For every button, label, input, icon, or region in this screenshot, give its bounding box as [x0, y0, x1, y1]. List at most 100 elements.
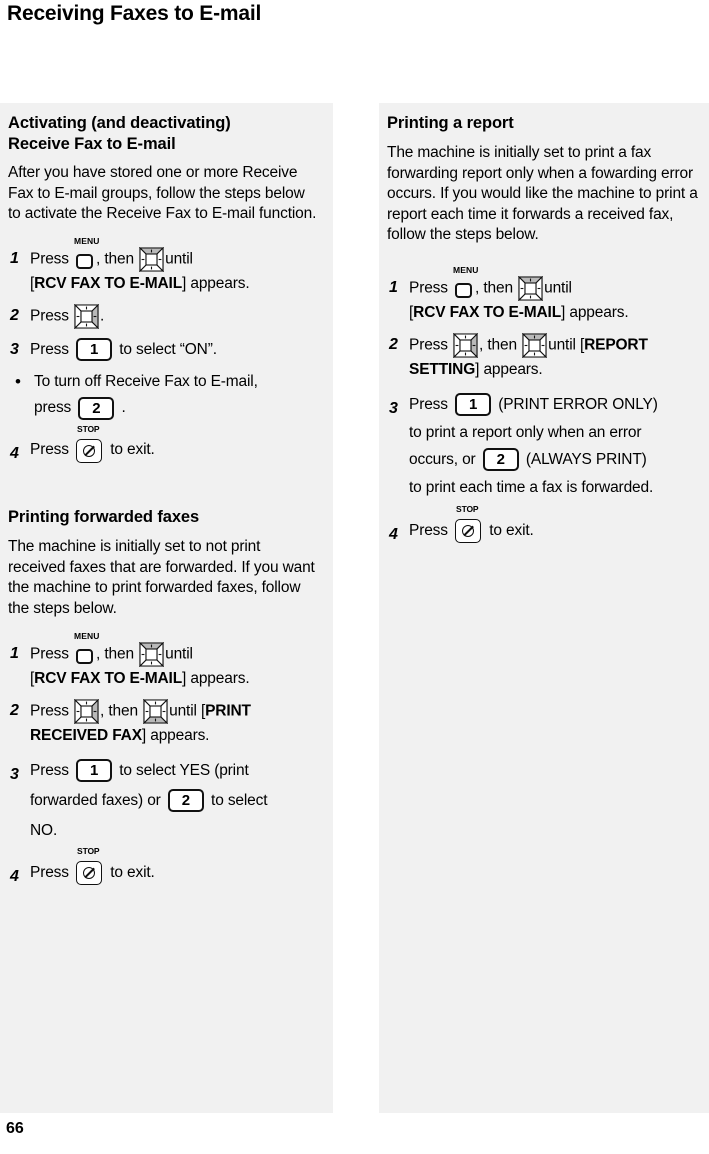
activating-intro-text: After you have stored one or more Receiv…: [8, 164, 317, 223]
numeric-key-2[interactable]: 2: [78, 396, 115, 420]
step-text: ] appears.: [141, 726, 210, 744]
step-text: to print a report only when an error: [409, 423, 642, 441]
step-text: Press: [30, 645, 69, 663]
stop-key-caption: STOP: [77, 423, 100, 434]
lcd-message: REPORT: [584, 336, 648, 354]
lcd-message: PRINT: [205, 702, 251, 720]
step-text: Press: [30, 761, 69, 779]
stop-key-icon[interactable]: STOP: [76, 846, 103, 885]
section-heading-activating-line1: Activating (and deactivating): [8, 114, 231, 132]
menu-key-caption: MENU: [74, 631, 100, 642]
numeric-key-2[interactable]: 2: [167, 788, 204, 812]
step-text: , then: [100, 702, 138, 720]
step-text: Press: [409, 336, 448, 354]
step-text: to exit.: [110, 441, 155, 459]
step-text: to exit.: [489, 521, 534, 539]
printing-report-intro-text: The machine is initially set to print a …: [387, 144, 698, 244]
menu-key-box: [76, 254, 94, 270]
arrow-up-key-icon[interactable]: [143, 698, 169, 724]
step-number: 4: [389, 525, 398, 543]
numeric-key-1[interactable]: 1: [76, 758, 113, 782]
stop-key-icon[interactable]: STOP: [455, 505, 482, 544]
step-text: to print each time a fax is forwarded.: [409, 478, 654, 496]
list-item: 2 Press .: [8, 303, 321, 329]
stop-key-box: [455, 519, 482, 544]
step-number: 1: [10, 249, 19, 267]
step-text: , then: [475, 279, 513, 297]
menu-key-box: [455, 283, 473, 299]
step-text: (ALWAYS PRINT): [525, 450, 647, 468]
arrow-down-key-icon[interactable]: [522, 332, 548, 358]
menu-key-icon[interactable]: MENU: [74, 237, 99, 270]
step-text: , then: [96, 250, 134, 268]
step-text: Press: [409, 279, 448, 297]
arrow-right-key-icon[interactable]: [453, 332, 479, 358]
list-item: 1 Press MENU , then until [RCV FAX TO E-…: [387, 266, 705, 324]
step-number: 2: [389, 335, 398, 353]
stop-key-caption: STOP: [456, 504, 479, 515]
left-column-panel: Activating (and deactivating) Receive Fa…: [0, 103, 333, 1113]
arrow-down-key-icon[interactable]: [139, 246, 165, 272]
list-item: 3 Press 1 (PRINT ERROR ONLY) to print a …: [387, 390, 705, 500]
step-text: press: [34, 399, 72, 417]
list-item: 4 Press STOP to exit.: [8, 846, 321, 888]
arrow-right-key-icon[interactable]: [74, 303, 100, 329]
page-number: 66: [6, 1120, 24, 1137]
step-number: 3: [389, 399, 398, 417]
printing-forwarded-intro-text: The machine is initially set to not prin…: [8, 538, 315, 617]
document-page: Receiving Faxes to E-mail Activating (an…: [0, 0, 709, 1154]
step-text: occurs, or: [409, 450, 476, 468]
list-item: 3 Press 1 to select “ON”.: [8, 338, 321, 362]
arrow-down-key-icon[interactable]: [139, 641, 165, 667]
numeric-key-2[interactable]: 2: [482, 448, 519, 472]
step-number: 4: [10, 867, 19, 885]
step-text: until: [165, 250, 193, 268]
lcd-message: RECEIVED FAX: [30, 726, 142, 744]
bullet-icon: •: [15, 372, 21, 392]
step-text: Press: [30, 702, 69, 720]
step-number: 3: [10, 765, 19, 783]
list-item: 4 Press STOP to exit.: [387, 505, 705, 546]
menu-key-icon[interactable]: MENU: [74, 632, 99, 665]
lcd-message: SETTING: [409, 360, 476, 378]
step-text: until: [165, 645, 193, 663]
stop-key-icon[interactable]: STOP: [76, 424, 103, 463]
step-text: Press: [409, 395, 448, 413]
menu-key-box: [76, 649, 94, 665]
menu-key-icon[interactable]: MENU: [453, 266, 478, 299]
arrow-right-key-icon[interactable]: [74, 698, 100, 724]
step-text: Press: [30, 340, 69, 358]
step-text: NO.: [30, 821, 58, 839]
section-heading-activating: Activating (and deactivating) Receive Fa…: [8, 113, 321, 154]
step-number: 2: [10, 306, 19, 324]
list-item: 1 Press MENU , then until [RCV FAX TO E-…: [8, 237, 321, 295]
list-item: 3 Press 1 to select YES (print forwarded…: [8, 756, 321, 846]
list-item: 4 Press STOP to exit.: [8, 424, 321, 465]
arrow-down-key-icon[interactable]: [518, 275, 544, 301]
numeric-key-1[interactable]: 1: [455, 393, 492, 417]
step-text: Press: [409, 521, 448, 539]
step-text: , then: [96, 645, 134, 663]
step-text: Press: [30, 250, 69, 268]
step-text: (PRINT ERROR ONLY): [498, 395, 658, 413]
step-text: until: [544, 279, 572, 297]
list-item: 1 Press MENU , then until [RCV FAX TO E-…: [8, 632, 321, 690]
step-text: to select: [211, 791, 268, 809]
numeric-key-1[interactable]: 1: [76, 338, 113, 362]
right-column-panel: Printing a report The machine is initial…: [379, 103, 709, 1113]
menu-key-caption: MENU: [74, 236, 100, 247]
step-text: until [: [169, 702, 206, 720]
lcd-message: RCV FAX TO E-MAIL: [34, 274, 183, 292]
step-text: , then: [479, 336, 517, 354]
step-number: 2: [10, 701, 19, 719]
stop-key-box: [76, 438, 103, 463]
step-text: To turn off Receive Fax to E-mail,: [34, 373, 258, 391]
step-text: to exit.: [110, 863, 155, 881]
step-number: 4: [10, 445, 19, 463]
step-text: ] appears.: [182, 274, 250, 292]
lcd-message: RCV FAX TO E-MAIL: [34, 669, 183, 687]
step-text: Press: [30, 441, 69, 459]
step-text: Press: [30, 307, 69, 325]
step-text: .: [100, 307, 105, 325]
section-heading-printing-a-report: Printing a report: [387, 114, 514, 132]
